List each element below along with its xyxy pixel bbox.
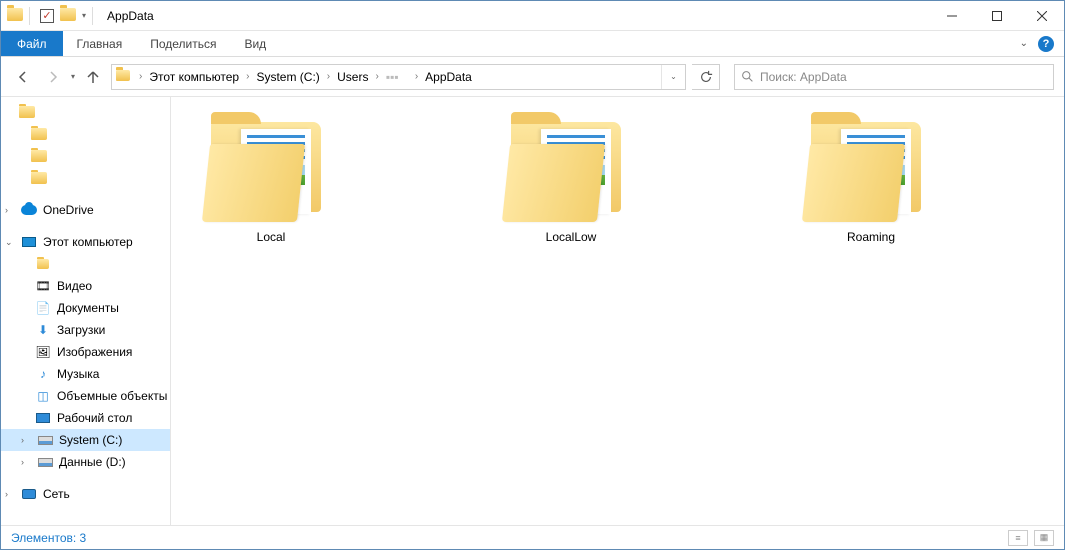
window-title: AppData <box>107 9 154 23</box>
view-icons-button[interactable]: ▦ <box>1034 530 1054 546</box>
tree-desktop[interactable]: Рабочий стол <box>1 407 170 429</box>
separator <box>29 7 30 25</box>
folder-icon <box>506 117 636 222</box>
qat-properties-icon[interactable]: ✓ <box>40 9 54 23</box>
tab-home[interactable]: Главная <box>63 31 137 56</box>
addressbar-dropdown-icon[interactable]: ⌄ <box>661 65 685 89</box>
tree-3dobjects[interactable]: ◫Объемные объекты <box>1 385 170 407</box>
file-tab[interactable]: Файл <box>1 31 63 56</box>
titlebar: ✓ ▾ AppData <box>1 1 1064 31</box>
tree-system-c[interactable]: ›System (C:) <box>1 429 170 451</box>
breadcrumb-arrow-icon[interactable]: › <box>327 71 330 82</box>
tree-documents[interactable]: 📄Документы <box>1 297 170 319</box>
ribbon-right: ⌄ ? <box>1020 31 1064 56</box>
folder-roaming[interactable]: Roaming <box>801 117 941 244</box>
body: ›OneDrive ⌄Этот компьютер 🎞Видео 📄Докуме… <box>1 97 1064 525</box>
statusbar: Элементов: 3 ≡ ▦ <box>1 525 1064 549</box>
tree-network[interactable]: ›Сеть <box>1 483 170 505</box>
breadcrumb-arrow-icon[interactable]: › <box>246 71 249 82</box>
folder-icon <box>806 117 936 222</box>
qat-folder-icon[interactable] <box>60 8 76 24</box>
tree-onedrive[interactable]: ›OneDrive <box>1 199 170 221</box>
navigation-pane[interactable]: ›OneDrive ⌄Этот компьютер 🎞Видео 📄Докуме… <box>1 97 171 525</box>
navigation-bar: ▾ › Этот компьютер › System (C:) › Users… <box>1 57 1064 97</box>
tree-subitem[interactable] <box>1 253 170 275</box>
tree-data-d[interactable]: ›Данные (D:) <box>1 451 170 473</box>
history-dropdown-icon[interactable]: ▾ <box>71 72 75 81</box>
minimize-button[interactable] <box>929 1 974 31</box>
help-icon[interactable]: ? <box>1038 36 1054 52</box>
tree-quickaccess-item[interactable] <box>1 101 170 123</box>
forward-button[interactable] <box>41 65 65 89</box>
window-folder-icon <box>7 8 23 24</box>
folder-icon <box>206 117 336 222</box>
folder-local[interactable]: Local <box>201 117 341 244</box>
folder-label: LocalLow <box>546 230 597 244</box>
folder-label: Local <box>257 230 286 244</box>
titlebar-left: ✓ ▾ AppData <box>1 7 154 25</box>
window-controls <box>929 1 1064 31</box>
tree-videos[interactable]: 🎞Видео <box>1 275 170 297</box>
refresh-button[interactable] <box>692 64 720 90</box>
search-placeholder: Поиск: AppData <box>760 70 847 84</box>
close-button[interactable] <box>1019 1 1064 31</box>
breadcrumb-arrow-icon[interactable]: › <box>139 71 142 82</box>
view-details-button[interactable]: ≡ <box>1008 530 1028 546</box>
folder-locallow[interactable]: LocalLow <box>501 117 641 244</box>
tab-share[interactable]: Поделиться <box>136 31 230 56</box>
breadcrumb-appdata[interactable]: AppData <box>421 65 476 89</box>
search-input[interactable]: Поиск: AppData <box>734 64 1054 90</box>
tree-downloads[interactable]: ⬇Загрузки <box>1 319 170 341</box>
breadcrumb-user[interactable]: ▪▪▪ <box>382 65 412 89</box>
view-switcher: ≡ ▦ <box>1008 530 1054 546</box>
tree-thispc[interactable]: ⌄Этот компьютер <box>1 231 170 253</box>
tree-quickaccess-item[interactable] <box>1 145 170 167</box>
search-icon <box>741 70 754 83</box>
tree-pictures[interactable]: 🖼Изображения <box>1 341 170 363</box>
tree-quickaccess-item[interactable] <box>1 167 170 189</box>
ribbon-expand-icon[interactable]: ⌄ <box>1020 38 1028 49</box>
up-button[interactable] <box>81 65 105 89</box>
breadcrumb-arrow-icon[interactable]: › <box>375 71 378 82</box>
back-button[interactable] <box>11 65 35 89</box>
address-bar[interactable]: › Этот компьютер › System (C:) › Users ›… <box>111 64 686 90</box>
addressbar-folder-icon <box>116 70 132 83</box>
quick-access-toolbar: ✓ ▾ <box>40 8 86 24</box>
tree-quickaccess-item[interactable] <box>1 123 170 145</box>
breadcrumb-users[interactable]: Users <box>333 65 372 89</box>
file-list[interactable]: Local LocalLow Roaming <box>171 97 1064 525</box>
breadcrumb-thispc[interactable]: Этот компьютер <box>145 65 243 89</box>
tree-music[interactable]: ♪Музыка <box>1 363 170 385</box>
folder-label: Roaming <box>847 230 895 244</box>
breadcrumb-arrow-icon[interactable]: › <box>415 71 418 82</box>
tab-view[interactable]: Вид <box>230 31 280 56</box>
maximize-button[interactable] <box>974 1 1019 31</box>
separator <box>92 7 93 25</box>
qat-dropdown-icon[interactable]: ▾ <box>82 11 86 20</box>
ribbon: Файл Главная Поделиться Вид ⌄ ? <box>1 31 1064 57</box>
breadcrumb-drive[interactable]: System (C:) <box>252 65 323 89</box>
status-item-count: Элементов: 3 <box>11 531 86 545</box>
